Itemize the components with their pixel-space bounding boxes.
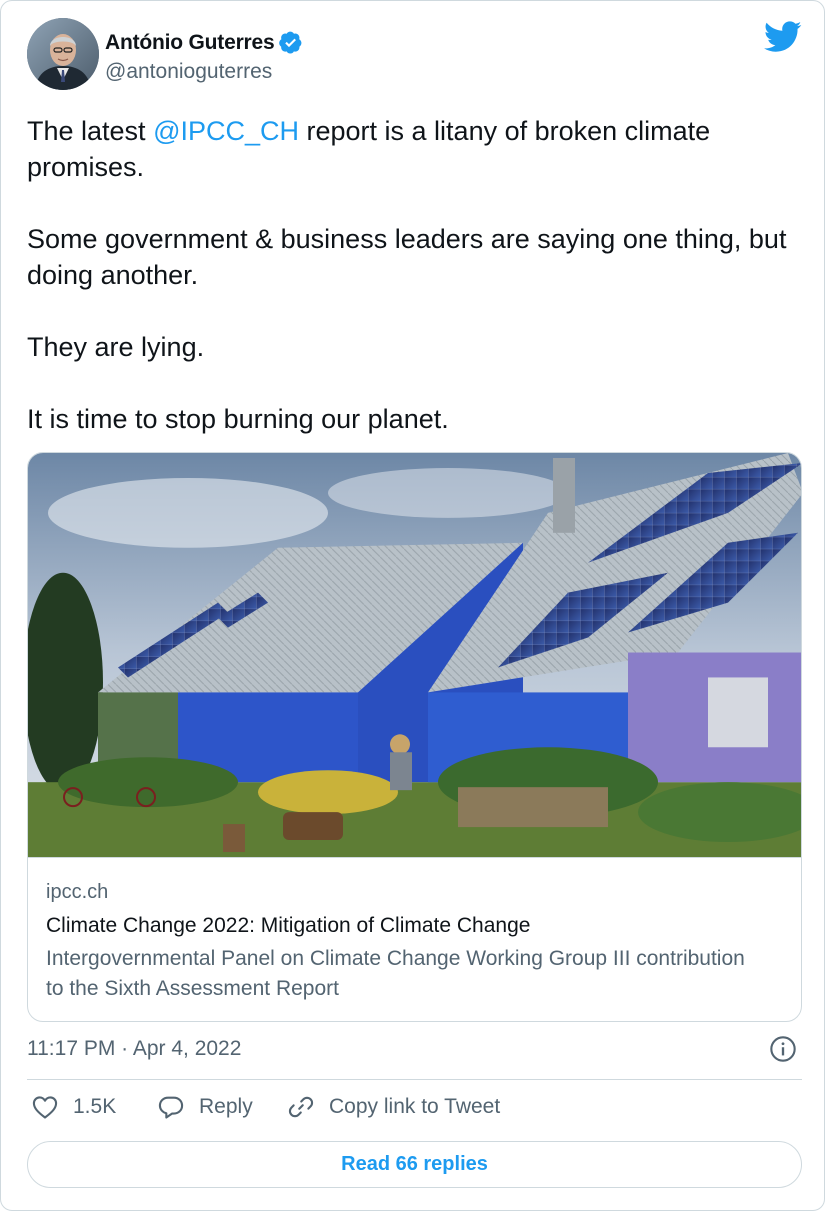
tweet-card: António Guterres @antonioguterres The la… <box>0 0 825 1211</box>
mention-link[interactable]: @IPCC_CH <box>153 116 299 146</box>
tweet-paragraph: Some government & business leaders are s… <box>27 224 787 290</box>
reply-label: Reply <box>199 1095 253 1118</box>
read-replies-button[interactable]: Read 66 replies <box>27 1141 802 1188</box>
author-handle[interactable]: @antonioguterres <box>105 60 272 84</box>
twitter-bird-icon[interactable] <box>764 21 802 53</box>
verified-badge-icon <box>279 31 302 54</box>
info-icon[interactable] <box>769 1035 797 1063</box>
tweet-paragraph: It is time to stop burning our planet. <box>27 404 449 434</box>
like-button[interactable]: 1.5K <box>31 1093 116 1121</box>
heart-icon <box>32 1096 58 1119</box>
author-name-row: António Guterres <box>105 30 303 55</box>
avatar[interactable] <box>27 18 99 90</box>
reply-icon <box>158 1096 184 1119</box>
card-domain: ipcc.ch <box>46 881 109 903</box>
card-image[interactable] <box>28 453 802 858</box>
tweet-timestamp[interactable]: 11:17 PM · Apr 4, 2022 <box>27 1037 241 1061</box>
copy-link-label: Copy link to Tweet <box>329 1095 501 1118</box>
card-description: Intergovernmental Panel on Climate Chang… <box>46 947 745 1000</box>
tweet-paragraph: The latest @IPCC_CH report is a litany o… <box>27 116 711 182</box>
tweet-text: The latest @IPCC_CH report is a litany o… <box>27 113 802 437</box>
link-preview-card[interactable]: ipcc.ch Climate Change 2022: Mitigation … <box>27 452 802 1022</box>
reply-button[interactable]: Reply <box>157 1093 253 1121</box>
card-title: Climate Change 2022: Mitigation of Clima… <box>46 914 531 937</box>
tweet-actions: 1.5K Reply Copy link to Tweet <box>27 1093 802 1129</box>
like-count: 1.5K <box>73 1095 117 1118</box>
tweet-paragraph: They are lying. <box>27 332 205 362</box>
author-name[interactable]: António Guterres <box>105 31 275 55</box>
divider <box>27 1079 802 1080</box>
copy-link-button[interactable]: Copy link to Tweet <box>287 1093 500 1121</box>
link-icon <box>288 1096 314 1118</box>
